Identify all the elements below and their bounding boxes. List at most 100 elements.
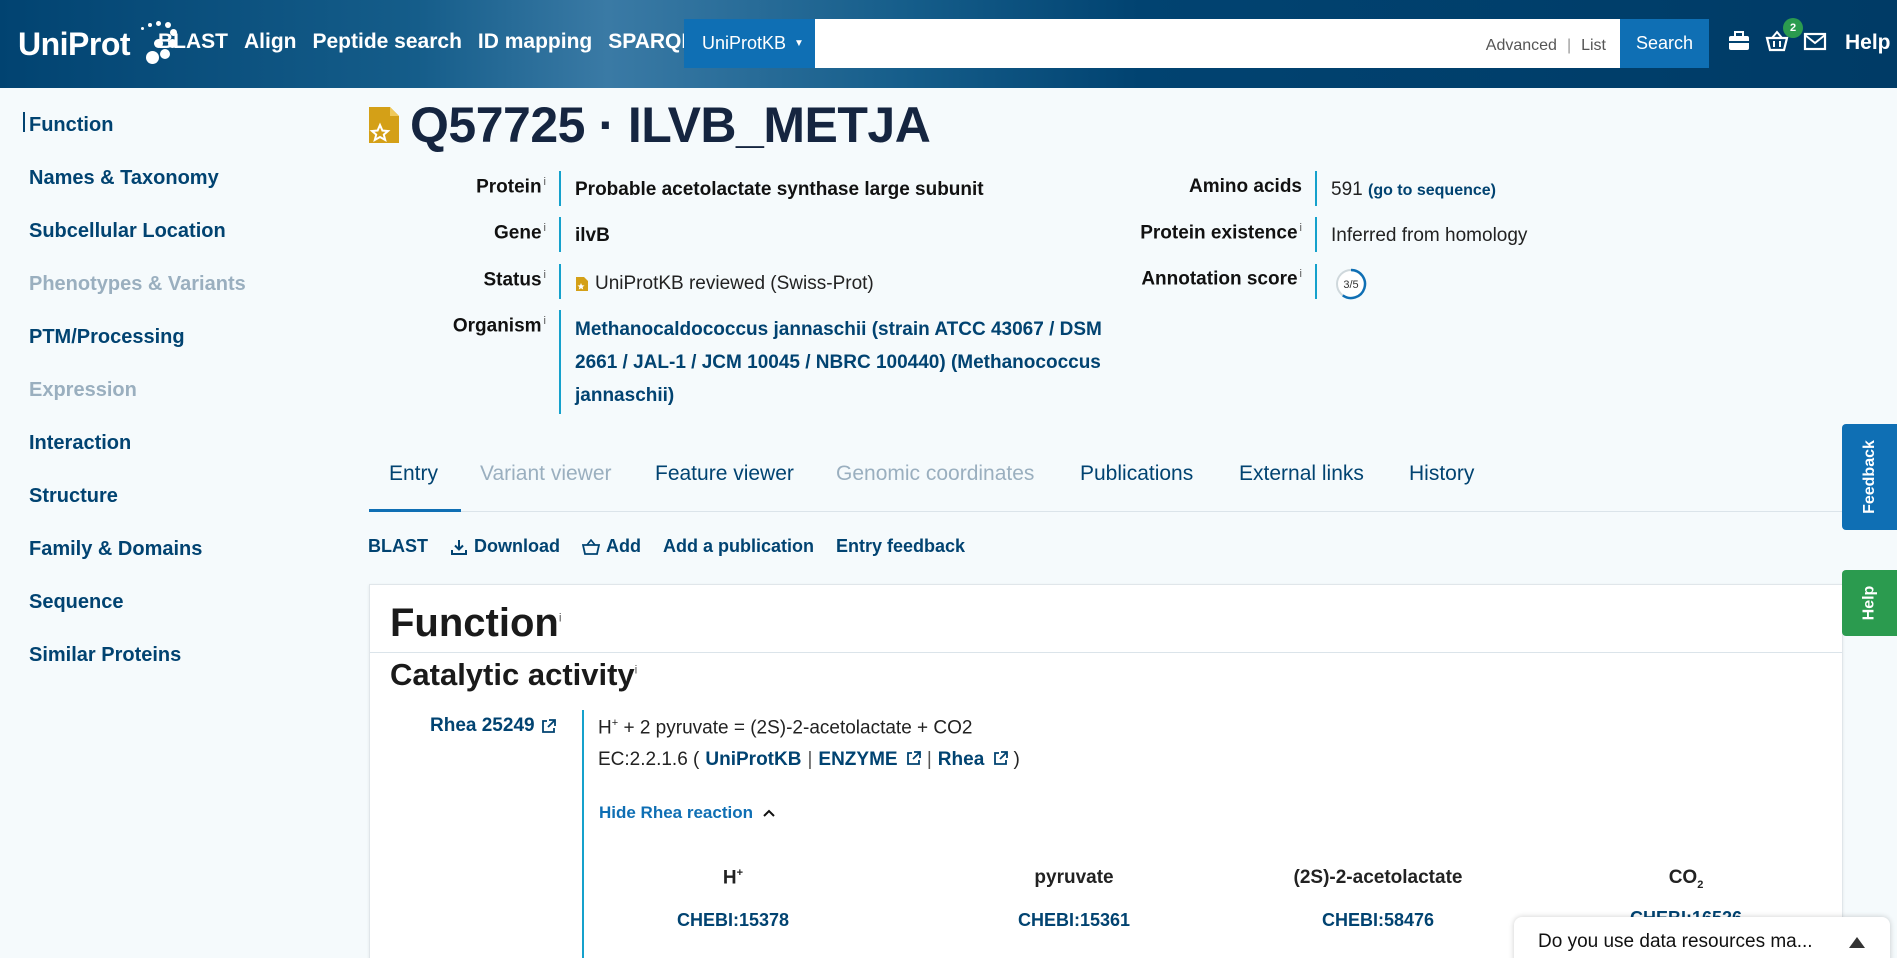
nav-peptide-search[interactable]: Peptide search xyxy=(313,30,462,54)
help-side-label: Help xyxy=(1860,585,1878,621)
function-section: Functioni Catalytic activityi Rhea 25249… xyxy=(369,584,1843,958)
sidebar-item-expression: Expression xyxy=(29,379,137,401)
info-icon[interactable]: i xyxy=(1300,222,1302,234)
survey-text: Do you use data resources ma... xyxy=(1538,931,1813,952)
search-button[interactable]: Search xyxy=(1620,19,1709,68)
nav-sparql[interactable]: SPARQL xyxy=(608,30,694,54)
status-value: UniProtKB reviewed (Swiss-Prot) xyxy=(575,273,874,295)
section-divider xyxy=(370,652,1842,653)
info-icon[interactable]: i xyxy=(544,222,546,234)
reviewed-status-icon xyxy=(576,277,588,291)
tab-feature-viewer[interactable]: Feature viewer xyxy=(655,462,794,486)
protein-existence-label: Protein existence i xyxy=(1140,222,1302,244)
add-to-basket-button[interactable]: Add xyxy=(582,536,641,557)
search-box: Advanced | List xyxy=(815,19,1620,68)
info-icon[interactable]: i xyxy=(544,176,546,188)
list-search-link[interactable]: List xyxy=(1581,37,1606,55)
protein-name: Probable acetolactate synthase large sub… xyxy=(575,179,984,200)
value-bar xyxy=(559,310,561,414)
gene-label: Gene i xyxy=(494,222,546,244)
sidebar-item-similar-proteins[interactable]: Similar Proteins xyxy=(29,644,181,667)
annotation-score-badge[interactable]: 3/5 xyxy=(1335,268,1367,300)
reaction-equation: H+ + 2 pyruvate = (2S)-2-acetolactate + … xyxy=(598,717,973,739)
hide-rhea-reaction-toggle[interactable]: Hide Rhea reaction xyxy=(599,803,775,823)
download-button[interactable]: Download xyxy=(450,536,560,557)
sidebar-item-interaction[interactable]: Interaction xyxy=(29,432,131,455)
tab-publications[interactable]: Publications xyxy=(1080,462,1193,486)
rhea-reaction-link[interactable]: Rhea 25249 xyxy=(430,715,556,737)
participant-name: H+ xyxy=(722,867,744,889)
protein-existence-value: Inferred from homology xyxy=(1331,225,1528,246)
nav-id-mapping[interactable]: ID mapping xyxy=(478,30,592,54)
reaction-participant: (2S)-2-acetolactate CHEBI:58476 xyxy=(1268,867,1488,931)
entry-title-text: Q57725 · ILVB_METJA xyxy=(410,97,931,153)
value-bar xyxy=(559,171,561,206)
go-to-sequence-link[interactable]: (go to sequence) xyxy=(1368,182,1496,199)
chevron-up-icon xyxy=(763,809,775,817)
sidebar-item-family-domains[interactable]: Family & Domains xyxy=(29,538,202,561)
hide-rhea-label: Hide Rhea reaction xyxy=(599,803,753,822)
status-value-text: UniProtKB reviewed (Swiss-Prot) xyxy=(595,273,874,294)
help-side-tab[interactable]: Help xyxy=(1842,570,1897,636)
ec-number-line: EC:2.2.1.6 ( UniProtKB | ENZYME | Rhea ) xyxy=(598,749,1020,771)
tools-icon[interactable] xyxy=(1727,30,1751,52)
participant-chebi-link[interactable]: CHEBI:15378 xyxy=(623,910,843,931)
sidebar-item-phenotypes-variants: Phenotypes & Variants xyxy=(29,273,246,295)
info-icon[interactable]: i xyxy=(559,611,562,625)
triangle-up-icon xyxy=(1849,937,1865,948)
participant-chebi-link[interactable]: CHEBI:15361 xyxy=(964,910,1184,931)
separator: | xyxy=(807,749,813,770)
rhea-link-label: Rhea 25249 xyxy=(430,715,535,736)
blast-button[interactable]: BLAST xyxy=(368,536,428,557)
participant-chebi-link[interactable]: CHEBI:58476 xyxy=(1268,910,1488,931)
advanced-search-link[interactable]: Advanced xyxy=(1486,37,1557,55)
mail-icon[interactable] xyxy=(1803,30,1827,52)
basket-count-badge: 2 xyxy=(1783,18,1803,38)
uniprot-logo[interactable]: UniProt xyxy=(18,21,178,66)
ec-number: EC:2.2.1.6 ( xyxy=(598,749,700,770)
logo-text: UniProt xyxy=(18,25,131,62)
value-bar xyxy=(582,710,584,958)
info-icon[interactable]: i xyxy=(1300,268,1302,280)
entry-actions: BLAST Download Add Add a publication Ent… xyxy=(368,536,965,557)
info-icon[interactable]: i xyxy=(635,663,638,677)
sidebar-item-structure[interactable]: Structure xyxy=(29,485,118,508)
organism-link[interactable]: Methanocaldococcus jannaschii (strain AT… xyxy=(575,313,1135,412)
tab-external-links[interactable]: External links xyxy=(1239,462,1364,486)
sidebar-item-names-taxonomy[interactable]: Names & Taxonomy xyxy=(29,167,219,190)
sidebar-item-function[interactable]: Function xyxy=(29,114,113,137)
info-icon[interactable]: i xyxy=(544,315,546,327)
reviewed-document-icon xyxy=(369,107,399,143)
basket-button[interactable]: 2 xyxy=(1765,18,1803,52)
add-publication-button[interactable]: Add a publication xyxy=(663,536,814,557)
reaction-participant: pyruvate CHEBI:15361 xyxy=(964,867,1184,931)
ec-uniprotkb-link[interactable]: UniProtKB xyxy=(705,749,801,771)
entry-feedback-button[interactable]: Entry feedback xyxy=(836,536,965,557)
participant-name: (2S)-2-acetolactate xyxy=(1293,867,1463,888)
participant-name: pyruvate xyxy=(1034,867,1114,888)
nav-align[interactable]: Align xyxy=(244,30,297,54)
database-selector[interactable]: UniProtKB ▼ xyxy=(684,19,815,68)
tab-variant-viewer: Variant viewer xyxy=(480,462,612,485)
header-help-link[interactable]: Help xyxy=(1845,31,1891,55)
info-icon[interactable]: i xyxy=(544,269,546,281)
feedback-side-tab[interactable]: Feedback xyxy=(1842,424,1897,530)
catalytic-activity-heading: Catalytic activityi xyxy=(390,657,638,692)
tab-history[interactable]: History xyxy=(1409,462,1474,486)
entry-title: Q57725 · ILVB_METJA xyxy=(368,96,931,154)
ec-close-paren: ) xyxy=(1013,749,1020,770)
sidebar-item-ptm-processing[interactable]: PTM/Processing xyxy=(29,326,185,349)
nav-blast[interactable]: BLAST xyxy=(158,30,228,54)
active-tab-underline xyxy=(369,509,461,512)
annotation-score-value: 3/5 xyxy=(1343,279,1358,291)
tab-entry[interactable]: Entry xyxy=(389,462,438,486)
survey-popup[interactable]: Do you use data resources ma... xyxy=(1514,917,1890,958)
active-section-indicator xyxy=(23,112,25,132)
sidebar-item-subcellular-location[interactable]: Subcellular Location xyxy=(29,220,226,243)
entry-tabs: Entry Variant viewer Feature viewer Geno… xyxy=(369,450,1844,512)
ec-rhea-link[interactable]: Rhea xyxy=(938,749,1008,771)
database-selector-label: UniProtKB xyxy=(702,33,787,53)
ec-enzyme-link[interactable]: ENZYME xyxy=(818,749,921,771)
header-icons: 2 xyxy=(1727,18,1827,52)
sidebar-item-sequence[interactable]: Sequence xyxy=(29,591,123,614)
